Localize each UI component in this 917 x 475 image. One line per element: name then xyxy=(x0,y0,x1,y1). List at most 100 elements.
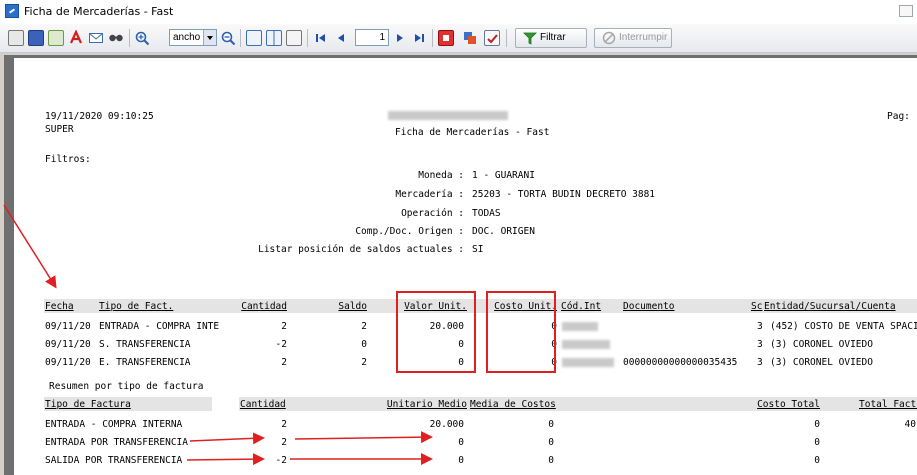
filter-value: TODAS xyxy=(472,208,501,219)
save-icon[interactable] xyxy=(28,30,44,46)
filter-icon xyxy=(523,31,537,52)
interrupt-icon xyxy=(602,31,616,52)
window-control-button[interactable] xyxy=(899,5,913,17)
print-icon[interactable] xyxy=(8,30,24,46)
cell-cantidad: -2 xyxy=(275,455,287,466)
cell-fecha: 09/11/20 xyxy=(45,357,91,368)
cell-saldo: 0 xyxy=(361,339,367,350)
cell-cantidad: 2 xyxy=(281,419,287,430)
cell-entidad: (452) COSTO DE VENTA SPACIO xyxy=(770,321,917,332)
chevron-down-icon[interactable] xyxy=(203,30,216,45)
prev-page-icon[interactable] xyxy=(333,30,349,46)
filters-label: Filtros: xyxy=(45,154,91,165)
cell-unitario: 20.000 xyxy=(429,419,464,430)
filter-value: SI xyxy=(472,244,484,255)
cell-costo-unit: 0 xyxy=(551,339,557,350)
cell-sc: 3 xyxy=(757,357,763,368)
report-viewer[interactable]: 19/11/2020 09:10:25 SUPER Ficha de Merca… xyxy=(0,53,917,475)
report-frame: 19/11/2020 09:10:25 SUPER Ficha de Merca… xyxy=(4,55,917,475)
filter-label: Mercadería : xyxy=(395,189,464,200)
col-entidad: Entidad/Sucursal/Cuenta xyxy=(764,301,896,312)
cell-fecha: 09/11/20 xyxy=(45,339,91,350)
cell-costo-unit: 0 xyxy=(551,321,557,332)
col-valor-unit: Valor Unit. xyxy=(404,301,467,312)
col-sc: Sc xyxy=(751,301,763,312)
summary-title: Resumen por tipo de factura xyxy=(49,381,204,392)
interrupt-button[interactable]: Interrumpir xyxy=(594,28,672,48)
col-cantidad: Cantidad xyxy=(241,301,287,312)
zoom-value: ancho xyxy=(173,32,201,43)
col-total-factura: Total Factu xyxy=(859,399,917,410)
next-page-icon[interactable] xyxy=(392,30,408,46)
page-number-input[interactable]: 1 xyxy=(355,29,389,46)
cell-tipo-factura: SALIDA POR TRANSFERENCIA xyxy=(45,455,183,466)
zoom-select[interactable]: ancho xyxy=(169,29,217,46)
report-user: SUPER xyxy=(45,124,74,135)
cell-sc: 3 xyxy=(757,321,763,332)
cell-costo-total: 0 xyxy=(814,455,820,466)
cell-cantidad: -2 xyxy=(275,339,287,350)
cod-int-redacted xyxy=(562,322,598,331)
cell-saldo: 2 xyxy=(361,321,367,332)
zoom-out-icon[interactable] xyxy=(220,30,236,46)
cod-int-redacted xyxy=(562,358,614,367)
zoom-in-icon[interactable] xyxy=(134,30,150,46)
find-icon[interactable] xyxy=(108,30,124,46)
cell-saldo: 2 xyxy=(361,357,367,368)
report-page: 19/11/2020 09:10:25 SUPER Ficha de Merca… xyxy=(14,58,917,475)
report-datetime: 19/11/2020 09:10:25 xyxy=(45,111,154,122)
title-bar: Ficha de Mercaderías - Fast xyxy=(0,0,917,25)
filter-value: DOC. ORIGEN xyxy=(472,226,535,237)
filter-value: 25203 - TORTA BUDIN DECRETO 3881 xyxy=(472,189,656,200)
cell-documento: 00000000000000035435 xyxy=(623,357,738,368)
stop-icon[interactable] xyxy=(438,30,454,46)
filter-value: 1 - GUARANI xyxy=(472,170,535,181)
cod-int-redacted xyxy=(562,340,610,349)
checkbox-icon[interactable] xyxy=(484,30,500,46)
export-icon[interactable] xyxy=(48,30,64,46)
col-costo-unit: Costo Unit. xyxy=(494,301,557,312)
cell-valor-unit: 0 xyxy=(458,357,464,368)
cell-cantidad: 2 xyxy=(281,357,287,368)
filter-label: Filtrar xyxy=(540,32,566,43)
cell-cantidad: 2 xyxy=(281,321,287,332)
last-page-icon[interactable] xyxy=(411,30,427,46)
filter-label: Moneda : xyxy=(418,170,464,181)
cell-costo-total: 0 xyxy=(814,419,820,430)
cell-valor-unit: 20.000 xyxy=(429,321,464,332)
cell-entidad: (3) CORONEL OVIEDO xyxy=(770,357,873,368)
cell-media: 0 xyxy=(548,455,554,466)
cell-cantidad: 2 xyxy=(281,437,287,448)
cell-tipo: E. TRANSFERENCIA xyxy=(99,357,191,368)
pdf-icon[interactable] xyxy=(68,29,84,46)
col-tipo-factura: Tipo de Factura xyxy=(45,399,131,410)
company-name-redacted xyxy=(388,111,508,120)
filter-label: Operación : xyxy=(401,208,464,219)
tool-icon[interactable] xyxy=(462,30,478,46)
one-page-icon[interactable] xyxy=(246,30,262,46)
email-icon[interactable] xyxy=(88,30,104,46)
cell-fecha: 09/11/20 xyxy=(45,321,91,332)
multi-page-icon[interactable] xyxy=(286,30,302,46)
filter-button[interactable]: Filtrar xyxy=(515,28,587,48)
first-page-icon[interactable] xyxy=(313,30,329,46)
window-title: Ficha de Mercaderías - Fast xyxy=(24,5,174,18)
toolbar: ancho 1 Filtrar Interrumpir xyxy=(0,24,917,53)
cell-unitario: 0 xyxy=(458,455,464,466)
col-cod-int: Cód.Int xyxy=(561,301,602,312)
interrupt-label: Interrumpir xyxy=(619,32,668,43)
filter-label: Comp./Doc. Origen : xyxy=(355,226,464,237)
col-tipo: Tipo de Fact. xyxy=(99,301,174,312)
cell-sc: 3 xyxy=(757,339,763,350)
cell-valor-unit: 0 xyxy=(458,339,464,350)
cell-total-factura: 40 xyxy=(904,419,916,430)
app-icon xyxy=(5,4,19,18)
col-cantidad: Cantidad xyxy=(240,399,286,410)
col-documento: Documento xyxy=(623,301,675,312)
cell-unitario: 0 xyxy=(458,437,464,448)
col-unitario-medio: Unitario Medio xyxy=(386,399,467,410)
cell-tipo: S. TRANSFERENCIA xyxy=(99,339,191,350)
two-page-icon[interactable] xyxy=(266,30,282,46)
report-title: Ficha de Mercaderías - Fast xyxy=(395,127,550,138)
col-fecha: Fecha xyxy=(45,301,74,312)
